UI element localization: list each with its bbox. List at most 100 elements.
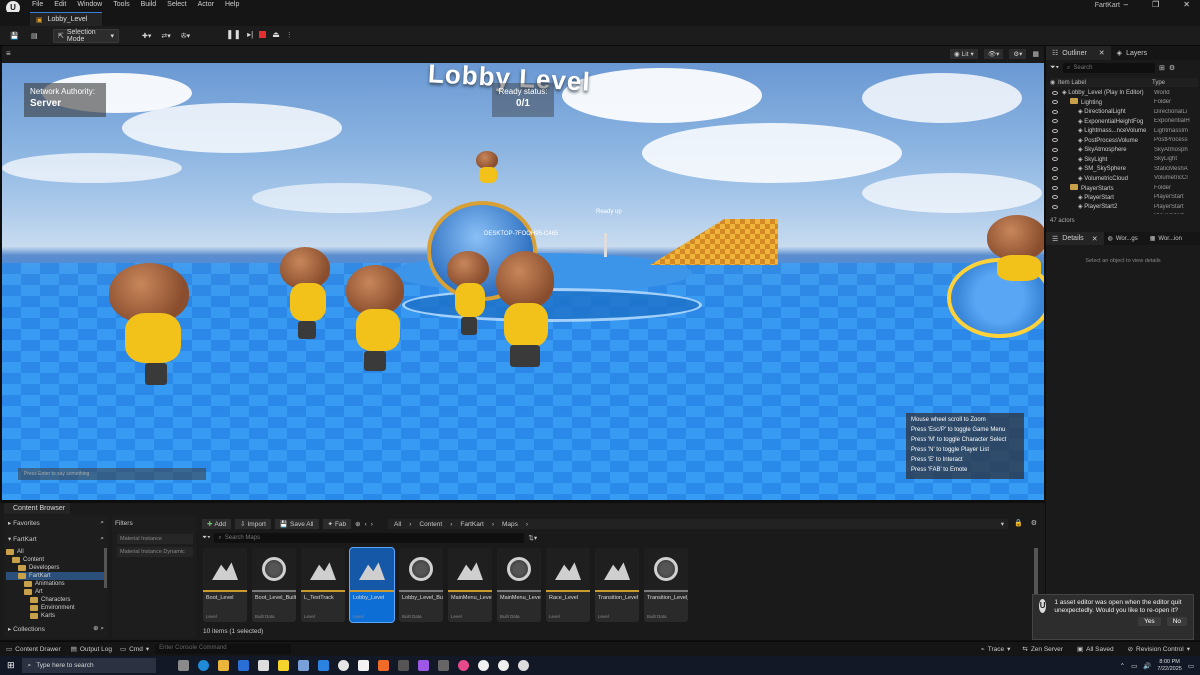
visibility-icon[interactable] <box>1052 100 1058 105</box>
sort-icon[interactable]: ⇅▾ <box>528 534 537 542</box>
outliner-row[interactable]: ◈ SkyLight SkyLight <box>1048 155 1192 165</box>
tab-outliner[interactable]: ☷ Outliner ✕ <box>1046 46 1111 60</box>
save-all-button[interactable]: 💾 Save All <box>274 519 319 529</box>
brave-icon[interactable] <box>377 660 389 671</box>
visibility-icon[interactable] <box>1052 109 1058 114</box>
visibility-icon[interactable] <box>1052 128 1058 133</box>
visibility-icon[interactable] <box>1052 90 1058 95</box>
asset-tile[interactable]: Transition_Level Level <box>595 548 639 622</box>
chrome-icon[interactable] <box>477 660 489 671</box>
col-type[interactable]: Type <box>1152 80 1165 86</box>
content-drawer-button[interactable]: ▭ Content Drawer <box>6 645 61 654</box>
chat-input[interactable]: Press Enter to say something <box>18 468 206 480</box>
notification-center-icon[interactable]: ▭ <box>1188 662 1194 670</box>
all-saved-button[interactable]: ▣ All Saved <box>1077 645 1114 654</box>
eject-icon[interactable]: ⏏ <box>272 30 280 39</box>
asset-tile[interactable]: L_TestTrack Level <box>301 548 345 622</box>
app-icon[interactable] <box>437 660 449 671</box>
folder-tree-item[interactable]: Environment <box>6 604 104 612</box>
vscode-icon[interactable] <box>317 660 329 671</box>
back-icon[interactable]: ‹ <box>365 521 367 528</box>
breadcrumb-all[interactable]: All <box>394 521 401 528</box>
menu-tools[interactable]: Tools <box>113 1 129 8</box>
content-search-input[interactable]: ⌕ Search Maps <box>214 533 525 543</box>
tab-details[interactable]: ☰ Details ✕ <box>1046 232 1104 245</box>
yes-button[interactable]: Yes <box>1138 617 1161 626</box>
show-flags-icon[interactable]: 👁▾ <box>983 49 1004 59</box>
menu-file[interactable]: File <box>32 1 43 8</box>
clock[interactable]: 8:00 PM 7/22/2025 <box>1157 659 1181 673</box>
fab-button[interactable]: ✦ Fab <box>322 519 352 529</box>
volume-icon[interactable]: 🔊 <box>1143 662 1151 670</box>
outliner-row[interactable]: ◈ DirectionalLight DirectionalLi <box>1048 107 1192 117</box>
folder-tree-item[interactable]: FartKart <box>6 572 104 580</box>
settings-icon[interactable]: ⚙ <box>1031 519 1037 527</box>
folder-tree-item[interactable]: Karts <box>6 612 104 620</box>
col-item-label[interactable]: Item Label <box>1058 80 1152 86</box>
favorites-header[interactable]: ▸ Favorites ⌕ <box>8 519 104 527</box>
menu-edit[interactable]: Edit <box>54 1 66 8</box>
network-icon[interactable]: ▭ <box>1131 662 1137 670</box>
app-icon[interactable] <box>417 660 429 671</box>
outliner-row[interactable]: ◈ Lobby_Level (Play In Editor) World <box>1048 88 1192 98</box>
outliner-row[interactable]: ◈ ExponentialHeightFog ExponentialH <box>1048 117 1192 127</box>
outliner-row[interactable]: PlayerStarts Folder <box>1048 183 1192 193</box>
trace-dropdown[interactable]: ⌁ Trace ▾ <box>981 645 1011 654</box>
search-icon[interactable]: ⌕ <box>100 535 104 543</box>
asset-tile[interactable]: Lobby_Level Level <box>349 547 395 623</box>
menu-build[interactable]: Build <box>141 1 157 8</box>
outliner-row[interactable]: ◈ VolumetricCloud VolumetricCl <box>1048 174 1192 184</box>
unreal-engine-icon[interactable] <box>497 660 509 671</box>
close-icon[interactable]: ✕ <box>1099 49 1105 57</box>
grid-icon[interactable]: ▦ <box>1032 50 1039 58</box>
visibility-icon[interactable] <box>1052 138 1058 143</box>
menu-window[interactable]: Window <box>77 1 102 8</box>
close-icon[interactable]: ✕ <box>1092 235 1098 243</box>
filter-icon[interactable]: ⏷▾ <box>1050 64 1059 72</box>
cinematics-icon[interactable]: ✇▾ <box>181 32 190 40</box>
step-icon[interactable]: ▸| <box>247 30 253 39</box>
visibility-icon[interactable] <box>1052 204 1058 209</box>
collections-header[interactable]: ▸ Collections ⊕ ⌕ <box>8 624 104 633</box>
add-icon[interactable]: ⊞ <box>1159 64 1165 72</box>
add-icon[interactable]: ⊕ <box>93 625 98 632</box>
scalability-icon[interactable]: ⚙▾ <box>1009 49 1027 59</box>
task-view-icon[interactable] <box>177 660 189 671</box>
asset-scrollbar[interactable] <box>1034 548 1038 598</box>
notion-icon[interactable] <box>357 660 369 671</box>
file-explorer-icon[interactable] <box>217 660 229 671</box>
outliner-row[interactable]: ◈ PlayerStart PlayerStart <box>1048 193 1192 203</box>
tray-chevron-icon[interactable]: ⌃ <box>1120 662 1125 670</box>
outliner-row[interactable]: ◈ PlayerStart2 PlayerStart <box>1048 202 1192 212</box>
visibility-icon[interactable] <box>1052 157 1058 162</box>
stop-icon[interactable] <box>259 31 267 38</box>
sticky-notes-icon[interactable] <box>277 660 289 671</box>
browse-icon[interactable]: ▤ <box>27 29 42 43</box>
outliner-search-input[interactable]: ⌕ Search <box>1063 63 1156 73</box>
github-icon[interactable] <box>337 660 349 671</box>
search-icon[interactable]: ⌕ <box>100 625 104 632</box>
folder-tree-item[interactable]: All <box>6 548 104 556</box>
folder-scrollbar[interactable] <box>104 548 107 588</box>
view-mode-dropdown[interactable]: ◉ Lit ▾ <box>950 49 978 59</box>
taskbar-search[interactable]: ⌕ Type here to search <box>21 658 156 673</box>
no-button[interactable]: No <box>1166 617 1187 626</box>
breadcrumb-fartkart[interactable]: FartKart <box>460 521 483 528</box>
settings-icon[interactable]: ⚙ <box>1169 64 1175 72</box>
outliner-row[interactable]: ◈ SkyAtmosphere SkyAtmosph <box>1048 145 1192 155</box>
filter-chip[interactable]: Material Instance <box>117 534 193 544</box>
outliner-row[interactable]: ◈ SM_SkySphere StaticMeshA <box>1048 164 1192 174</box>
app-icon[interactable] <box>517 660 529 671</box>
search-icon[interactable]: ⌕ <box>100 519 104 527</box>
filter-icon[interactable]: ⏷▾ <box>202 534 210 542</box>
breadcrumb-content[interactable]: Content <box>419 521 442 528</box>
visibility-icon[interactable] <box>1052 185 1058 190</box>
windows-start-icon[interactable]: ⊞ <box>7 660 15 671</box>
asset-tile[interactable]: Race_Level Level <box>546 548 590 622</box>
viewport-menu-icon[interactable]: ≡ <box>6 49 11 58</box>
zen-server-button[interactable]: ⇆ Zen Server <box>1022 645 1063 654</box>
visibility-icon[interactable] <box>1052 119 1058 124</box>
close-icon[interactable]: ✕ <box>1183 0 1190 9</box>
terminal-icon[interactable] <box>397 660 409 671</box>
folder-tree-item[interactable]: Animations <box>6 580 104 588</box>
